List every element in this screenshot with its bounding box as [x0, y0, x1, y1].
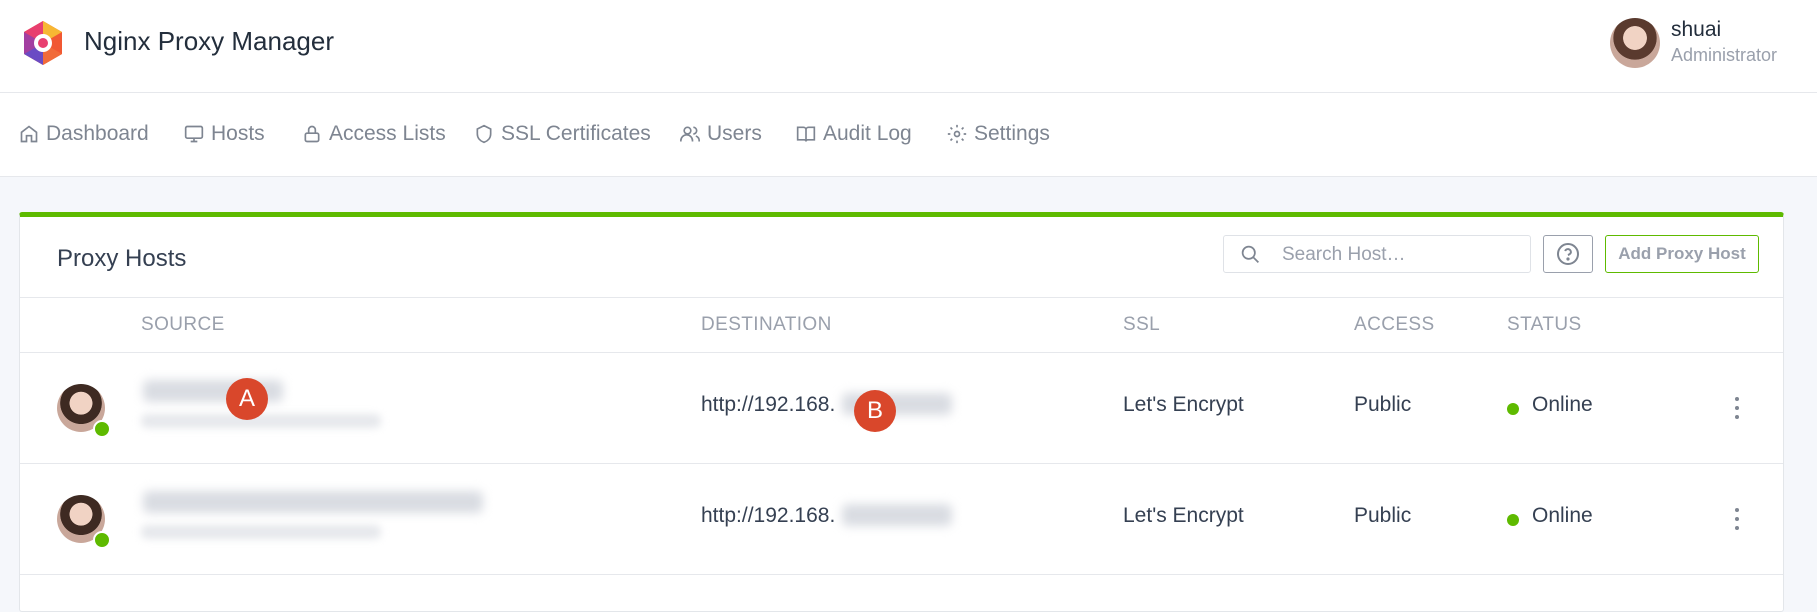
- table-row[interactable]: http://192.168. Let's Encrypt Public Onl…: [20, 464, 1783, 575]
- nav-ssl-certificates[interactable]: SSL Certificates: [474, 119, 651, 149]
- nav-users-label: Users: [707, 122, 762, 145]
- access-cell: Public: [1354, 504, 1412, 527]
- nav-audit-log[interactable]: Audit Log: [796, 119, 912, 149]
- add-proxy-host-button[interactable]: Add Proxy Host: [1605, 235, 1759, 273]
- search-icon: [1241, 245, 1259, 263]
- main-nav: Dashboard Hosts Access Lists SSL Certifi…: [0, 93, 1817, 177]
- column-header-status[interactable]: STATUS: [1507, 314, 1582, 336]
- user-name[interactable]: shuai: [1671, 18, 1721, 42]
- app-title: Nginx Proxy Manager: [84, 26, 334, 56]
- nav-hosts[interactable]: Hosts: [184, 119, 265, 149]
- destination-cell: http://192.168.: [701, 393, 835, 417]
- lock-icon: [304, 125, 320, 143]
- annotation-marker-b: B: [854, 390, 896, 432]
- annotation-marker-a: A: [226, 378, 268, 420]
- row-menu-icon[interactable]: [1732, 508, 1742, 530]
- proxy-hosts-card: Proxy Hosts Add Proxy Host SOURCE DESTIN…: [19, 212, 1784, 612]
- nav-users[interactable]: Users: [680, 119, 762, 149]
- column-header-ssl[interactable]: SSL: [1123, 314, 1160, 336]
- ssl-cell: Let's Encrypt: [1123, 393, 1244, 416]
- nav-dashboard[interactable]: Dashboard: [19, 119, 149, 149]
- table-header: SOURCE DESTINATION SSL ACCESS STATUS: [20, 297, 1783, 353]
- users-icon: [680, 126, 700, 142]
- destination-text: http://192.168.: [701, 504, 836, 527]
- status-cell: Online: [1532, 393, 1593, 416]
- destination-text: http://192.168.: [701, 393, 836, 416]
- column-header-destination[interactable]: DESTINATION: [701, 314, 832, 336]
- shield-icon: [476, 124, 492, 144]
- nav-ssl-certificates-label: SSL Certificates: [501, 122, 651, 145]
- user-role: Administrator: [1671, 45, 1778, 65]
- column-header-access[interactable]: ACCESS: [1354, 314, 1435, 336]
- help-button[interactable]: [1543, 235, 1593, 273]
- nav-settings[interactable]: Settings: [947, 119, 1050, 149]
- top-bar: Nginx Proxy Manager shuai Administrator: [0, 0, 1817, 93]
- status-cell: Online: [1532, 504, 1593, 527]
- app-logo-icon[interactable]: [21, 19, 65, 67]
- source-created-redacted: [141, 525, 381, 539]
- nav-access-lists[interactable]: Access Lists: [302, 119, 446, 149]
- nav-audit-log-label: Audit Log: [823, 122, 912, 145]
- destination-cell: http://192.168.: [701, 504, 835, 528]
- source-domain-redacted[interactable]: [143, 491, 483, 513]
- monitor-icon: [184, 125, 204, 143]
- table-row[interactable]: http://192.168. Let's Encrypt Public Onl…: [20, 353, 1783, 464]
- status-online-icon: [1507, 514, 1519, 526]
- destination-redacted: [842, 504, 952, 526]
- user-avatar[interactable]: [1610, 18, 1660, 68]
- nav-settings-label: Settings: [974, 122, 1050, 145]
- gear-icon: [947, 124, 967, 144]
- nav-dashboard-label: Dashboard: [46, 122, 149, 145]
- owner-online-indicator: [93, 531, 111, 549]
- nav-access-lists-label: Access Lists: [329, 122, 446, 145]
- card-title: Proxy Hosts: [57, 245, 187, 272]
- row-menu-icon[interactable]: [1732, 397, 1742, 419]
- status-online-icon: [1507, 403, 1519, 415]
- source-created-redacted: [141, 414, 381, 428]
- search-input[interactable]: [1280, 240, 1524, 270]
- book-icon: [796, 126, 816, 142]
- column-header-source[interactable]: SOURCE: [141, 314, 225, 336]
- ssl-cell: Let's Encrypt: [1123, 504, 1244, 527]
- search-box[interactable]: [1223, 235, 1531, 273]
- home-icon: [20, 125, 38, 143]
- nav-hosts-label: Hosts: [211, 122, 265, 145]
- access-cell: Public: [1354, 393, 1412, 416]
- question-circle-icon: [1557, 243, 1579, 265]
- owner-online-indicator: [93, 420, 111, 438]
